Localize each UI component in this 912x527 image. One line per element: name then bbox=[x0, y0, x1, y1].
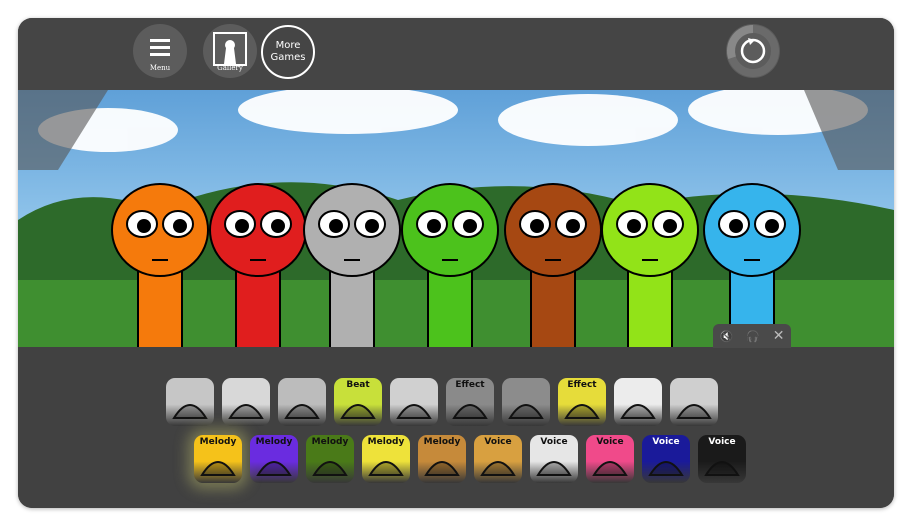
sound-icon-art bbox=[228, 404, 264, 419]
headphones-icon[interactable]: 🎧 bbox=[746, 330, 760, 343]
icon-label: Melody bbox=[423, 437, 461, 447]
icon-label: Melody bbox=[367, 437, 405, 447]
more-games-line2: Games bbox=[270, 52, 306, 63]
palette-icon-row2-3[interactable]: Melody bbox=[306, 435, 354, 483]
menu-label: Menu bbox=[149, 64, 171, 72]
icon-label: Voice bbox=[484, 437, 512, 447]
palette-icon-row2-9[interactable]: Voice bbox=[642, 435, 690, 483]
menu-button[interactable]: Menu bbox=[133, 24, 187, 78]
icon-label: Voice bbox=[540, 437, 568, 447]
sound-icon-art bbox=[676, 404, 712, 419]
sound-icon-art bbox=[620, 404, 656, 419]
palette-icon-row2-10[interactable]: Voice bbox=[698, 435, 746, 483]
palette-icon-row2-7[interactable]: Voice bbox=[530, 435, 578, 483]
palette-icon-row1-10[interactable] bbox=[670, 378, 718, 426]
icon-label: Effect bbox=[455, 380, 485, 390]
palette-icon-row2-6[interactable]: Voice bbox=[474, 435, 522, 483]
palette-icon-row1-1[interactable] bbox=[166, 378, 214, 426]
palette-icon-row1-6[interactable]: Effect bbox=[446, 378, 494, 426]
palette-icon-row1-9[interactable] bbox=[614, 378, 662, 426]
icon-label: Effect bbox=[567, 380, 597, 390]
restart-loop-button[interactable] bbox=[726, 24, 780, 78]
icon-label: Melody bbox=[255, 437, 293, 447]
sound-icon-art bbox=[396, 404, 432, 419]
palette-icon-row2-4[interactable]: Melody bbox=[362, 435, 410, 483]
palette-icon-row1-7[interactable] bbox=[502, 378, 550, 426]
icon-label: Melody bbox=[199, 437, 237, 447]
palette-icon-row2-2[interactable]: Melody bbox=[250, 435, 298, 483]
icon-label: Beat bbox=[346, 380, 370, 390]
palette-icon-row1-2[interactable] bbox=[222, 378, 270, 426]
more-games-line1: More bbox=[275, 40, 301, 51]
top-bar: Menu Gallery More Games bbox=[18, 18, 894, 90]
icon-label: Melody bbox=[311, 437, 349, 447]
gallery-button[interactable]: Gallery bbox=[203, 24, 257, 78]
more-games-button[interactable]: More Games bbox=[261, 25, 315, 79]
palette-icon-row2-5[interactable]: Melody bbox=[418, 435, 466, 483]
sound-icon-art bbox=[508, 404, 544, 419]
sound-controls: 🔇 🎧 ✕ bbox=[713, 324, 791, 348]
close-icon[interactable]: ✕ bbox=[773, 328, 785, 344]
palette-icon-row2-1[interactable]: Melody bbox=[194, 435, 242, 483]
scene-drawing bbox=[18, 90, 894, 347]
palette-icon-row1-4[interactable]: Beat bbox=[334, 378, 382, 426]
palette-icon-row1-3[interactable] bbox=[278, 378, 326, 426]
icon-label: Voice bbox=[708, 437, 736, 447]
character-scene bbox=[18, 90, 894, 347]
palette-panel bbox=[18, 347, 894, 508]
game-stage: Menu Gallery More Games 🔇 🎧 ✕ Beat Effec… bbox=[18, 18, 894, 508]
gallery-label: Gallery bbox=[217, 64, 243, 72]
sound-icon-art bbox=[172, 404, 208, 419]
palette-icon-row1-5[interactable] bbox=[390, 378, 438, 426]
icon-label: Voice bbox=[596, 437, 624, 447]
icon-label: Voice bbox=[652, 437, 680, 447]
mute-icon[interactable]: 🔇 bbox=[719, 330, 733, 343]
palette-icon-row2-8[interactable]: Voice bbox=[586, 435, 634, 483]
sound-icon-art bbox=[284, 404, 320, 419]
restart-icon bbox=[727, 25, 779, 77]
palette-icon-row1-8[interactable]: Effect bbox=[558, 378, 606, 426]
